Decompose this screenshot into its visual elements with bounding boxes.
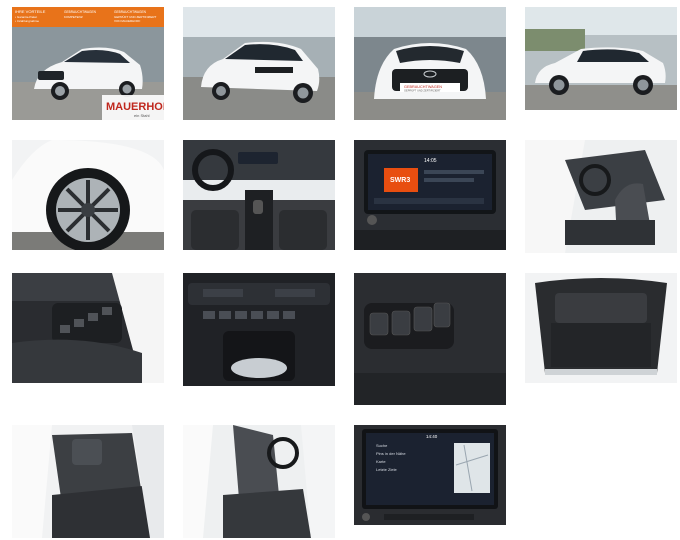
banner-text: IHRE VORTEILE — [15, 9, 46, 14]
photo-thumbnail[interactable]: IHRE VORTEILE • Garantie-Paket • Inzahlu… — [12, 7, 164, 120]
radio-screen-photo: 14:05 SWR3 — [354, 140, 506, 250]
trunk-photo — [525, 273, 677, 383]
photo-thumbnail[interactable] — [525, 7, 677, 110]
photo-thumbnail[interactable]: 14:40 Suche Pins in der Nähe Karte Letzt… — [354, 425, 506, 525]
car-rear-photo — [183, 7, 335, 120]
screen-clock: 14:40 — [426, 434, 438, 439]
photo-thumbnail[interactable] — [12, 425, 164, 538]
wheel-photo — [12, 140, 164, 250]
dashboard-photo — [183, 140, 335, 250]
nav-menu-item: Suche — [376, 443, 388, 448]
car-front-grille-photo: GEBRAUCHTWAGEN GEPRÜFT UND ZERTIFIZIERT — [354, 7, 506, 120]
banner-text: • Inzahlungnahme — [15, 19, 39, 23]
photo-thumbnail[interactable] — [183, 140, 335, 250]
navigation-screen-photo: 14:40 Suche Pins in der Nähe Karte Letzt… — [354, 425, 506, 525]
photo-thumbnail[interactable] — [12, 273, 164, 383]
photo-thumbnail[interactable] — [183, 425, 335, 538]
screen-clock: 14:05 — [424, 158, 437, 164]
car-front-photo: IHRE VORTEILE • Garantie-Paket • Inzahlu… — [12, 7, 164, 120]
photo-thumbnail[interactable] — [183, 7, 335, 120]
driver-seat-photo — [525, 140, 677, 253]
photo-thumbnail[interactable] — [525, 273, 677, 383]
banner-text: VON MAUERHOFF — [114, 19, 141, 23]
banner-text: GEBRAUCHTWAGEN — [114, 10, 147, 14]
rear-seats-photo — [12, 425, 164, 538]
photo-thumbnail[interactable] — [12, 140, 164, 250]
banner-text: KOMPETENZ — [64, 15, 83, 19]
photo-thumbnail[interactable]: 14:05 SWR3 — [354, 140, 506, 250]
dealer-logo-sub: ein Stahl — [134, 113, 150, 118]
plate-text: GEBRAUCHTWAGEN — [404, 85, 442, 89]
car-side-photo — [525, 7, 677, 110]
photo-thumbnail[interactable] — [183, 273, 335, 386]
radio-station: SWR3 — [390, 177, 410, 184]
center-console-photo — [183, 273, 335, 386]
banner-text: GEBRAUCHTWAGEN — [64, 10, 97, 14]
passenger-seat-photo — [183, 425, 335, 538]
photo-thumbnail[interactable] — [354, 273, 506, 405]
plate-text: GEPRÜFT UND ZERTIFIZIERT — [404, 89, 441, 93]
nav-menu-item: Karte — [376, 459, 386, 464]
dealer-logo: MAUERHOFF — [106, 101, 164, 113]
photo-thumbnail[interactable]: GEBRAUCHTWAGEN GEPRÜFT UND ZERTIFIZIERT — [354, 7, 506, 120]
door-panel-photo — [12, 273, 164, 383]
photo-thumbnail[interactable] — [525, 140, 677, 253]
switch-panel-photo — [354, 273, 506, 405]
nav-menu-item: Pins in der Nähe — [376, 451, 406, 456]
nav-menu-item: Letzte Ziele — [376, 467, 397, 472]
